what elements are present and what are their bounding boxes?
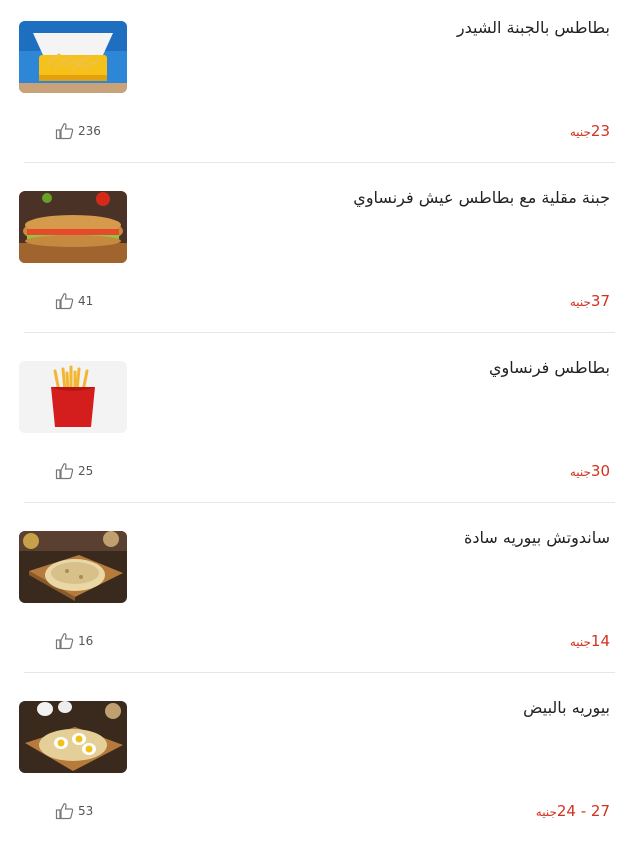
item-image[interactable] <box>19 21 127 93</box>
menu-list: بطاطس بالجبنة الشيدر جنيه 23 236 جبنة مق… <box>0 0 629 841</box>
currency-label: جنيه <box>535 805 557 819</box>
price-value: 30 <box>590 462 610 480</box>
item-price: جنيه 23 <box>570 122 610 140</box>
like-button[interactable]: 16 <box>55 632 93 650</box>
currency-label: جنيه <box>569 295 591 309</box>
divider <box>24 502 615 503</box>
currency-label: جنيه <box>569 465 591 479</box>
thumbs-up-icon <box>55 293 74 310</box>
thumbs-up-icon <box>55 123 74 140</box>
item-name[interactable]: جبنة مقلية مع بطاطس عيش فرنساوي <box>353 188 610 207</box>
item-price: جنيه 30 <box>570 462 610 480</box>
like-button[interactable]: 236 <box>55 122 101 140</box>
menu-item[interactable]: بطاطس فرنساوي جنيه 30 25 <box>0 340 629 510</box>
item-name[interactable]: بطاطس فرنساوي <box>489 358 610 377</box>
like-count: 16 <box>78 634 94 648</box>
menu-item[interactable]: بطاطس بالجبنة الشيدر جنيه 23 236 <box>0 0 629 170</box>
price-value: 23 <box>590 122 610 140</box>
price-value: 37 <box>590 292 610 310</box>
currency-label: جنيه <box>569 635 591 649</box>
like-button[interactable]: 41 <box>55 292 93 310</box>
thumbs-up-icon <box>55 803 74 820</box>
like-count: 25 <box>78 464 94 478</box>
item-image[interactable] <box>19 531 127 603</box>
menu-item[interactable]: ساندوتش بيوريه سادة جنيه 14 16 <box>0 510 629 680</box>
menu-item[interactable]: بيوريه بالبيض جنيه 24 - 27 53 <box>0 680 629 841</box>
price-value: 14 <box>590 632 610 650</box>
thumbs-up-icon <box>55 463 74 480</box>
like-button[interactable]: 25 <box>55 462 93 480</box>
price-value: 24 - 27 <box>556 802 610 820</box>
item-price: جنيه 14 <box>570 632 610 650</box>
item-image[interactable] <box>19 191 127 263</box>
like-count: 41 <box>78 294 94 308</box>
divider <box>24 672 615 673</box>
item-price: جنيه 24 - 27 <box>536 802 610 820</box>
menu-item[interactable]: جبنة مقلية مع بطاطس عيش فرنساوي جنيه 37 <box>0 170 629 340</box>
like-count: 236 <box>78 124 101 138</box>
thumbs-up-icon <box>55 633 74 650</box>
item-name[interactable]: بطاطس بالجبنة الشيدر <box>457 18 610 37</box>
item-name[interactable]: بيوريه بالبيض <box>523 698 610 717</box>
item-price: جنيه 37 <box>570 292 610 310</box>
item-image[interactable] <box>19 361 127 433</box>
divider <box>24 332 615 333</box>
item-image[interactable] <box>19 701 127 773</box>
currency-label: جنيه <box>569 125 591 139</box>
like-button[interactable]: 53 <box>55 802 93 820</box>
divider <box>24 162 615 163</box>
like-count: 53 <box>78 804 94 818</box>
item-name[interactable]: ساندوتش بيوريه سادة <box>464 528 610 547</box>
